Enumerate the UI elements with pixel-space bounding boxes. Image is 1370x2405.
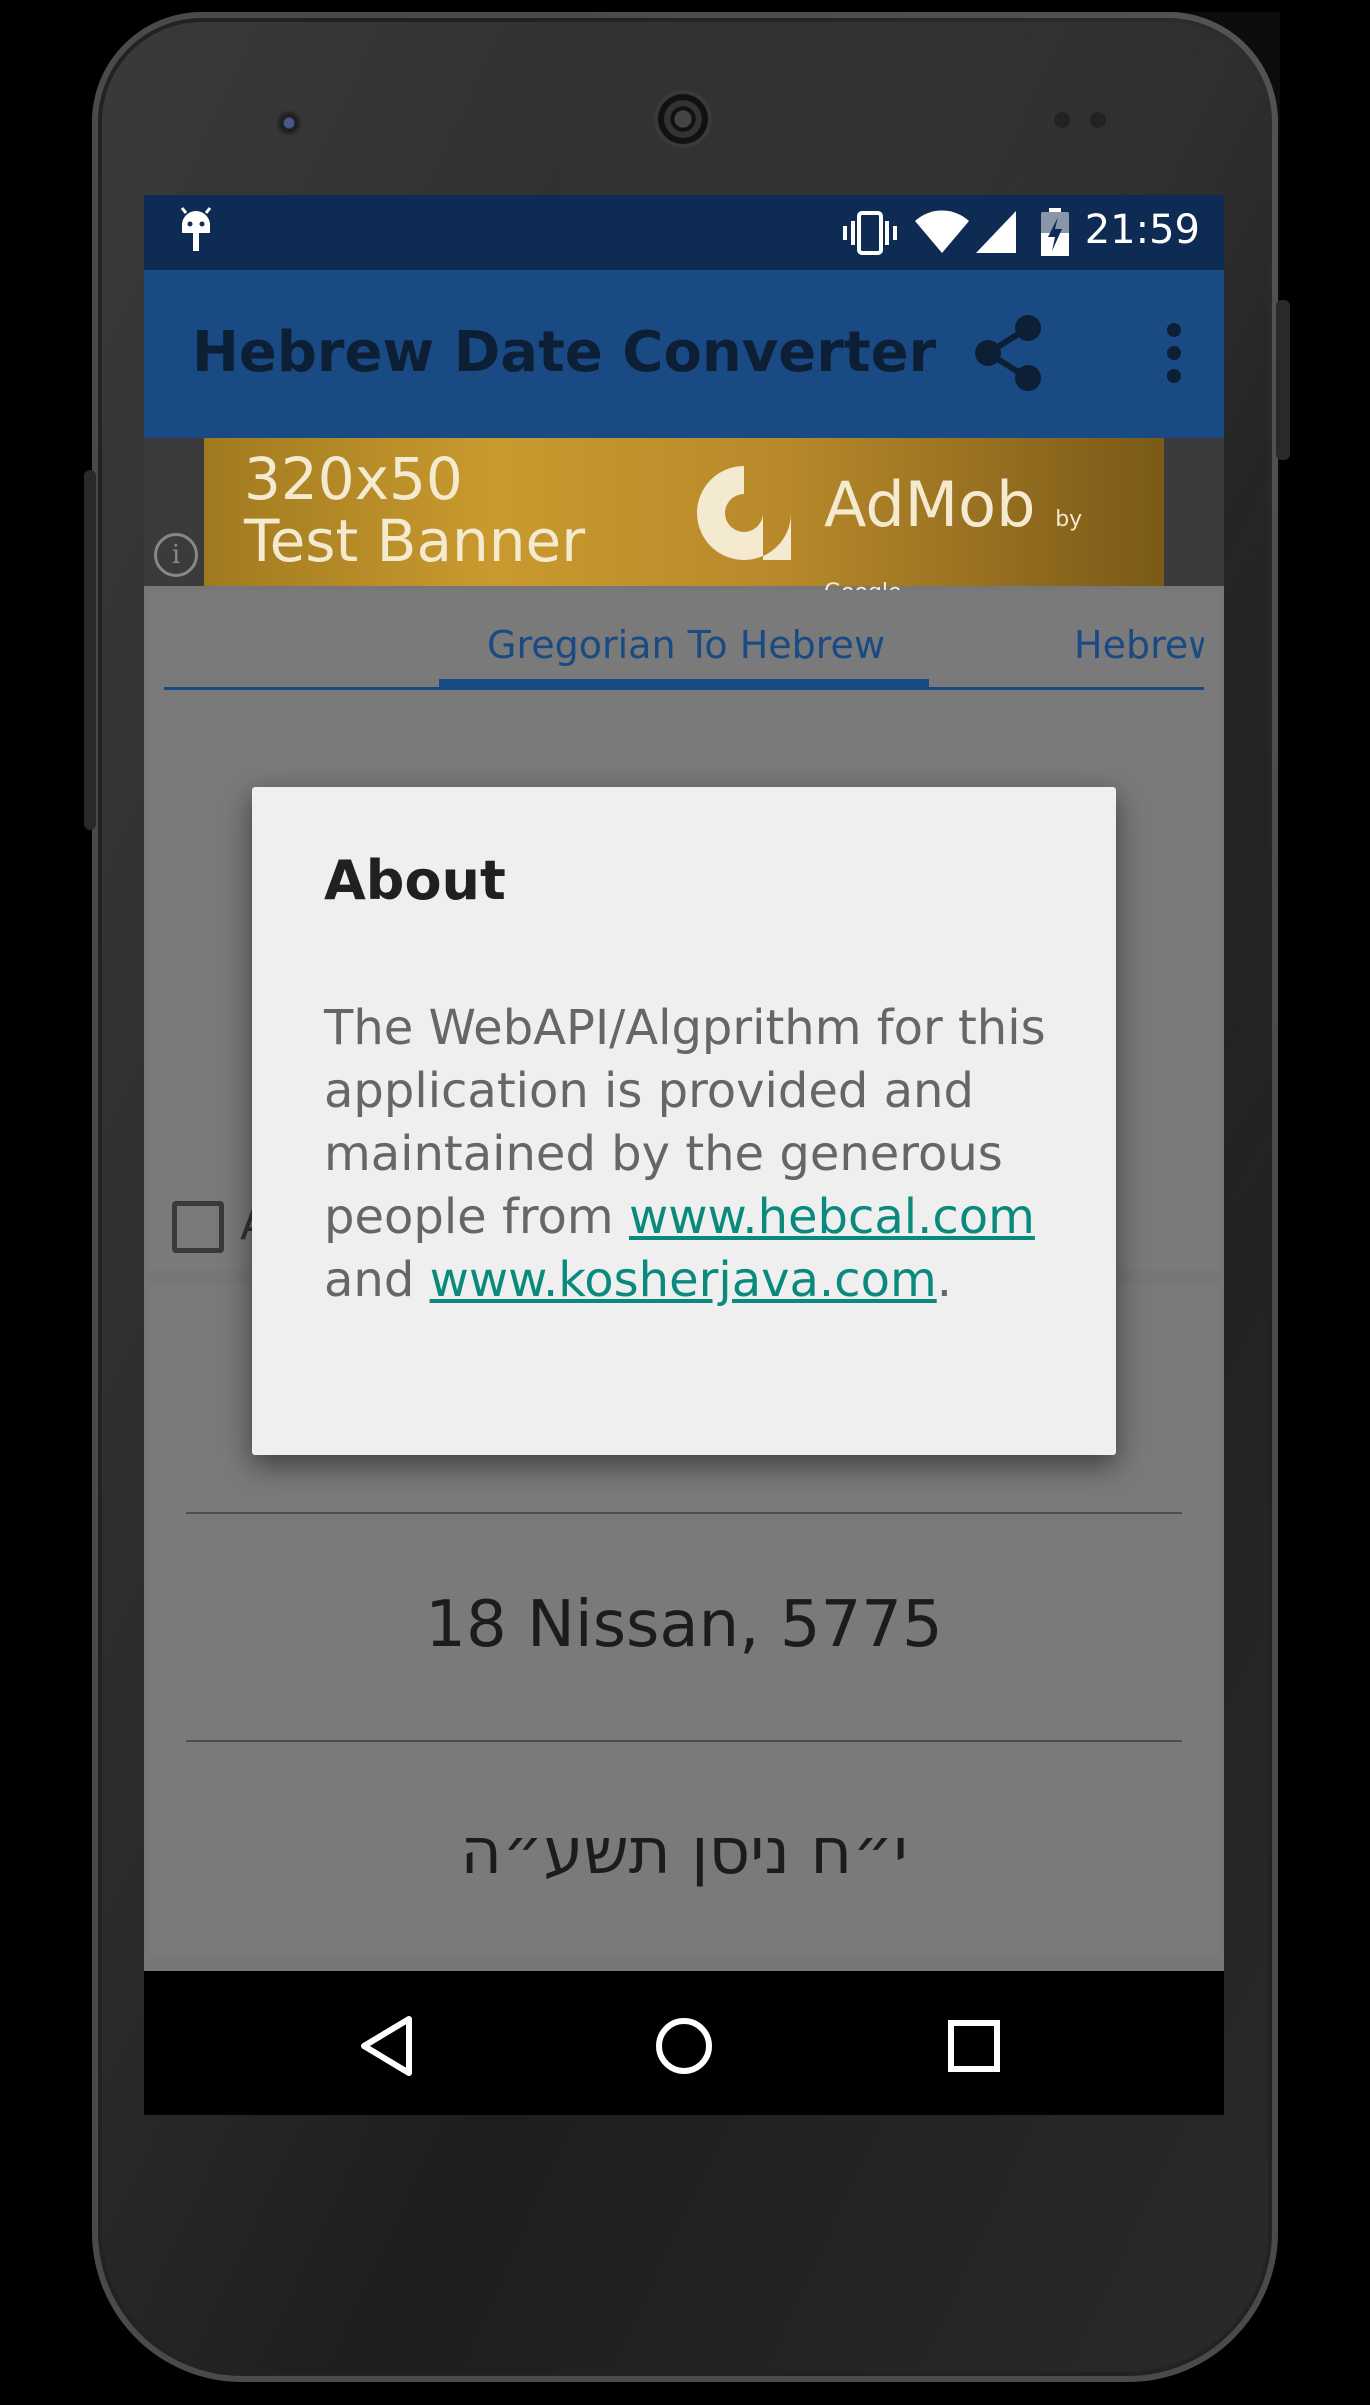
battery-charging-icon <box>1041 208 1069 256</box>
signal-icon <box>976 211 1016 253</box>
dialog-period: . <box>936 1252 952 1308</box>
ad-size-label: 320x50 <box>244 445 463 513</box>
home-button[interactable] <box>649 2011 719 2081</box>
option-checkbox[interactable] <box>172 1201 224 1253</box>
earpiece-speaker <box>654 90 712 148</box>
divider <box>186 1512 1182 1514</box>
vibrate-icon <box>843 211 897 255</box>
dialog-body: The WebAPI/Algprithm for this applicatio… <box>324 997 1064 1312</box>
app-bar: Hebrew Date Converter <box>144 270 1224 438</box>
hebrew-date-english: 18 Nissan, 5775 <box>425 1588 943 1662</box>
tab-hebrew-to-gregorian[interactable]: Hebrew To Gregorian <box>1074 623 1204 667</box>
ad-banner-text: 320x50 Test Banner <box>244 448 585 572</box>
light-sensor <box>1090 112 1106 128</box>
front-camera <box>276 110 302 136</box>
dialog-and-text: and <box>324 1252 415 1308</box>
power-button <box>1276 300 1290 460</box>
recents-button[interactable] <box>939 2011 1009 2081</box>
more-vert-icon <box>1167 323 1181 383</box>
recents-icon <box>948 2020 1000 2072</box>
wifi-icon <box>915 210 969 253</box>
share-icon <box>975 315 1041 391</box>
volume-button <box>84 470 96 830</box>
app-title: Hebrew Date Converter <box>192 320 937 385</box>
dialog-title: About <box>324 849 506 912</box>
hebcal-link[interactable]: www.hebcal.com <box>629 1189 1035 1245</box>
navigation-bar <box>144 1971 1224 2115</box>
screen: 21:59 Hebrew Date Converter i 320x50 Tes… <box>144 195 1224 2115</box>
back-button[interactable] <box>354 2011 424 2081</box>
divider <box>186 1740 1182 1742</box>
back-icon <box>361 2016 412 2076</box>
proximity-sensor <box>1054 112 1070 128</box>
hebrew-date-hebrew: י״ח ניסן תשע״ה <box>460 1815 908 1889</box>
info-icon[interactable]: i <box>154 533 198 577</box>
ad-container: i 320x50 Test Banner AdMob by Google <box>144 438 1224 605</box>
ad-test-label: Test Banner <box>244 507 586 575</box>
tab-gregorian-to-hebrew[interactable]: Gregorian To Hebrew <box>487 623 885 667</box>
admob-name: AdMob <box>824 468 1036 541</box>
about-dialog: About The WebAPI/Algprithm for this appl… <box>252 787 1116 1455</box>
ad-banner[interactable]: 320x50 Test Banner AdMob by Google <box>204 438 1164 605</box>
android-debug-icon <box>180 207 212 251</box>
share-button[interactable] <box>964 308 1054 398</box>
kosherjava-link[interactable]: www.kosherjava.com <box>430 1252 937 1308</box>
status-bar: 21:59 <box>144 195 1224 270</box>
status-time: 21:59 <box>1084 207 1200 253</box>
active-tab-indicator <box>439 679 929 689</box>
more-options-button[interactable] <box>1144 308 1204 398</box>
admob-logo <box>697 466 791 560</box>
home-icon <box>656 2018 712 2074</box>
